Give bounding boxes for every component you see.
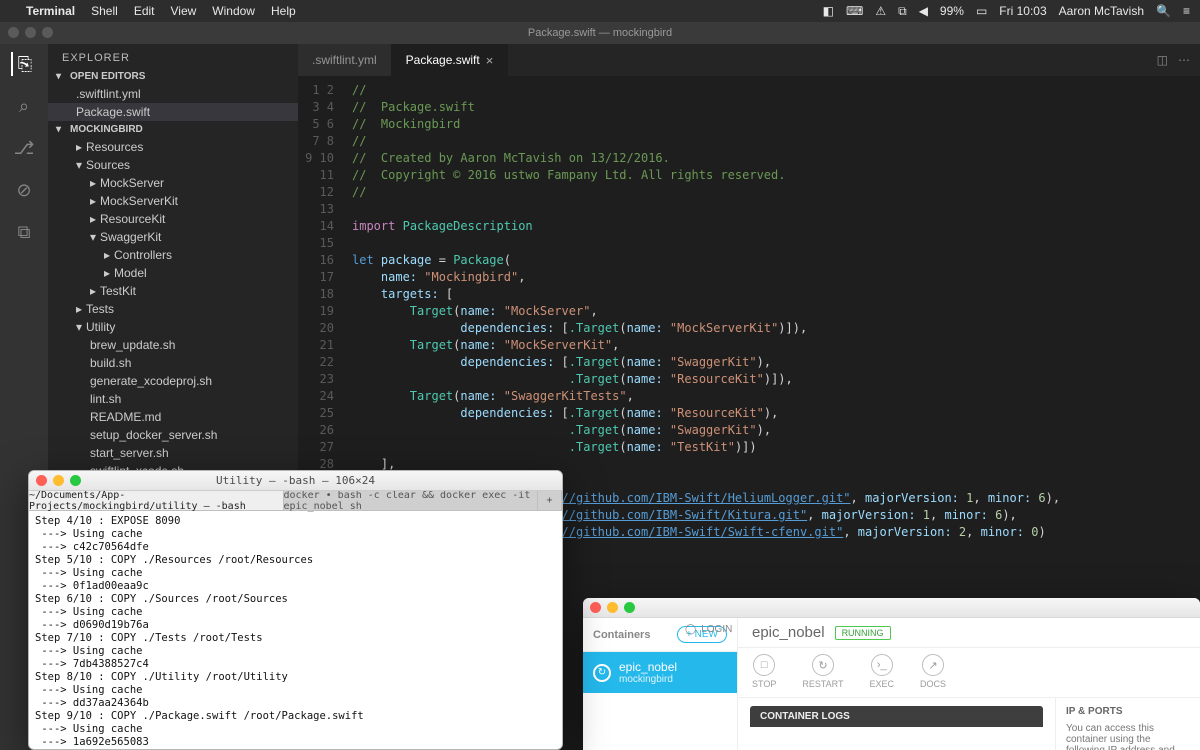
tree-item[interactable]: TestKit — [48, 282, 298, 300]
logs-header: CONTAINER LOGS — [750, 706, 1043, 727]
window-traffic-lights[interactable] — [8, 27, 53, 38]
ip-ports-header: IP & PORTS — [1066, 706, 1190, 717]
battery-percent: 99% — [940, 4, 964, 18]
containers-header: Containers — [593, 629, 650, 641]
ip-ports-panel: IP & PORTS You can access this container… — [1055, 698, 1200, 750]
vscode-titlebar[interactable]: Package.swift — mockingbird — [0, 22, 1200, 44]
container-name: epic_nobel — [619, 660, 677, 674]
explorer-icon[interactable]: ⎘ — [11, 52, 35, 76]
tree-item[interactable]: MockServer — [48, 174, 298, 192]
menu-shell[interactable]: Shell — [91, 4, 118, 18]
terminal-title: Utility — -bash — 106×24 — [216, 474, 375, 487]
terminal-window: Utility — -bash — 106×24 ~/Documents/App… — [28, 470, 563, 750]
zoom-icon[interactable] — [624, 602, 635, 613]
container-item[interactable]: ↻ epic_nobel mockingbird — [583, 652, 737, 693]
menu-window[interactable]: Window — [212, 4, 255, 18]
minimize-icon[interactable] — [607, 602, 618, 613]
login-button[interactable]: ◯LOGIN — [685, 624, 732, 635]
menu-help[interactable]: Help — [271, 4, 296, 18]
tree-item[interactable]: ResourceKit — [48, 210, 298, 228]
volume-icon[interactable]: ◀ — [919, 4, 928, 18]
keyboard-icon[interactable]: ⌨ — [846, 4, 863, 18]
exec-button[interactable]: ›_EXEC — [870, 654, 895, 689]
tree-item[interactable]: brew_update.sh — [48, 336, 298, 354]
tree-item[interactable]: Sources — [48, 156, 298, 174]
container-logs: CONTAINER LOGS — [738, 698, 1055, 750]
tree-item[interactable]: generate_xcodeproj.sh — [48, 372, 298, 390]
zoom-icon[interactable] — [42, 27, 53, 38]
tree-item[interactable]: Utility — [48, 318, 298, 336]
open-editor-item[interactable]: .swiftlint.yml — [48, 85, 298, 103]
close-icon[interactable] — [8, 27, 19, 38]
docker-menubar-icon[interactable]: ◧ — [823, 4, 834, 18]
more-icon[interactable]: ⋯ — [1178, 53, 1190, 67]
tab-package-swift[interactable]: Package.swift× — [392, 44, 509, 76]
menu-extras-icon[interactable]: ≡ — [1183, 4, 1190, 18]
menu-view[interactable]: View — [171, 4, 197, 18]
container-title: epic_nobel — [752, 624, 825, 641]
battery-icon[interactable]: ▭ — [976, 4, 987, 18]
user-name[interactable]: Aaron McTavish — [1059, 4, 1144, 18]
wifi-icon[interactable]: ⚠ — [875, 4, 886, 18]
zoom-icon[interactable] — [70, 475, 81, 486]
minimize-icon[interactable] — [25, 27, 36, 38]
terminal-tabs: ~/Documents/App-Projects/mockingbird/uti… — [29, 491, 562, 511]
search-icon[interactable]: ⌕ — [12, 94, 36, 118]
menu-edit[interactable]: Edit — [134, 4, 155, 18]
tree-item[interactable]: Tests — [48, 300, 298, 318]
kitematic-sidebar: ◯LOGIN Containers + NEW ↻ epic_nobel moc… — [583, 618, 738, 750]
debug-icon[interactable]: ⊘ — [12, 178, 36, 202]
tree-item[interactable]: SwaggerKit — [48, 228, 298, 246]
spotlight-icon[interactable]: 🔍 — [1156, 4, 1171, 18]
extensions-icon[interactable]: ⧉ — [12, 220, 36, 244]
tree-item[interactable]: MockServerKit — [48, 192, 298, 210]
clock[interactable]: Fri 10:03 — [999, 4, 1046, 18]
tree-item[interactable]: build.sh — [48, 354, 298, 372]
explorer-title: EXPLORER — [48, 44, 298, 68]
mac-menubar: Terminal Shell Edit View Window Help ◧ ⌨… — [0, 0, 1200, 22]
close-icon[interactable] — [590, 602, 601, 613]
container-status-icon: ↻ — [593, 664, 611, 682]
user-icon: ◯ — [685, 624, 696, 635]
close-icon[interactable] — [36, 475, 47, 486]
terminal-tab[interactable]: docker • bash -c clear && docker exec -i… — [284, 491, 539, 510]
open-editor-item[interactable]: Package.swift — [48, 103, 298, 121]
container-image: mockingbird — [619, 674, 677, 685]
split-editor-icon[interactable]: ◫ — [1157, 53, 1168, 67]
bluetooth-icon[interactable]: ⧉ — [898, 4, 907, 19]
tree-item[interactable]: Resources — [48, 138, 298, 156]
terminal-tab[interactable]: ~/Documents/App-Projects/mockingbird/uti… — [29, 491, 284, 510]
git-icon[interactable]: ⎇ — [12, 136, 36, 160]
restart-button[interactable]: ↻RESTART — [802, 654, 843, 689]
editor-tabs: .swiftlint.yml Package.swift× ◫ ⋯ — [298, 44, 1200, 76]
container-actions: □STOP ↻RESTART ›_EXEC ↗DOCS — [738, 648, 1200, 698]
terminal-titlebar[interactable]: Utility — -bash — 106×24 — [29, 471, 562, 491]
tree-item[interactable]: lint.sh — [48, 390, 298, 408]
minimize-icon[interactable] — [53, 475, 64, 486]
tab-close-icon[interactable]: × — [486, 53, 494, 68]
vscode-window-title: Package.swift — mockingbird — [528, 27, 672, 39]
open-editors-header[interactable]: OPEN EDITORS — [48, 68, 298, 85]
project-header[interactable]: MOCKINGBIRD — [48, 121, 298, 138]
tree-item[interactable]: README.md — [48, 408, 298, 426]
kitematic-window: ◯LOGIN Containers + NEW ↻ epic_nobel moc… — [583, 598, 1200, 750]
tree-item[interactable]: Controllers — [48, 246, 298, 264]
docs-button[interactable]: ↗DOCS — [920, 654, 946, 689]
terminal-output[interactable]: Step 4/10 : EXPOSE 8090 ---> Using cache… — [29, 511, 562, 750]
tree-item[interactable]: start_server.sh — [48, 444, 298, 462]
tree-item[interactable]: Model — [48, 264, 298, 282]
tab-swiftlint[interactable]: .swiftlint.yml — [298, 44, 392, 76]
ip-ports-text: You can access this container using the … — [1066, 723, 1190, 750]
status-badge: RUNNING — [835, 626, 891, 640]
stop-button[interactable]: □STOP — [752, 654, 776, 689]
menubar-app[interactable]: Terminal — [26, 4, 75, 18]
tree-item[interactable]: setup_docker_server.sh — [48, 426, 298, 444]
kitematic-titlebar[interactable] — [583, 598, 1200, 618]
terminal-new-tab[interactable]: + — [538, 491, 562, 510]
